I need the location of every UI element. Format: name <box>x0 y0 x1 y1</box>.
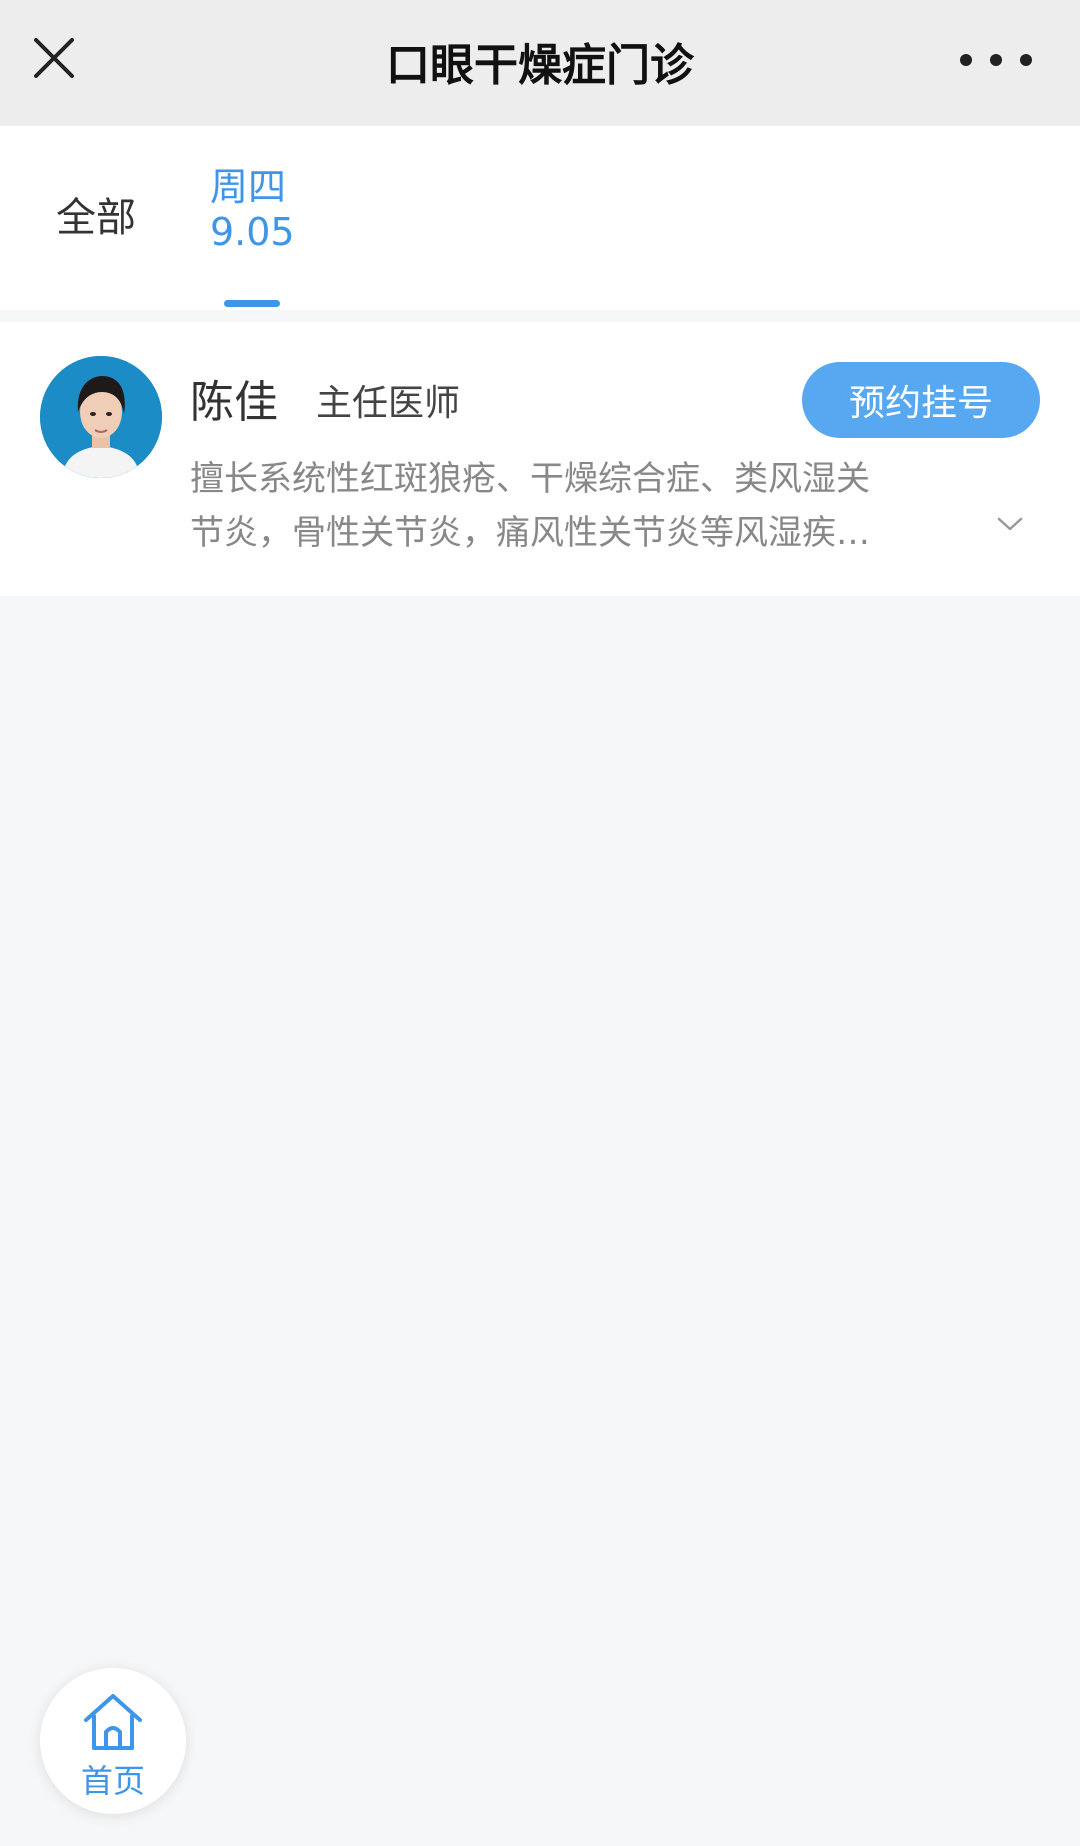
home-label: 首页 <box>80 1762 145 1800</box>
tab-thursday[interactable]: 周四 9.05 <box>196 156 306 307</box>
doctor-title: 主任医师 <box>316 383 461 424</box>
home-button[interactable]: 首页 <box>40 1668 186 1814</box>
navbar: 口眼干燥症门诊 <box>0 0 1080 126</box>
doctor-name: 陈佳 <box>190 377 278 428</box>
more-icon <box>960 54 1032 66</box>
book-appointment-button[interactable]: 预约挂号 <box>802 362 1040 438</box>
tab-date-label: 9.05 <box>210 210 295 254</box>
doctor-photo <box>40 356 162 478</box>
avatar <box>40 356 162 478</box>
doctor-specialty: 擅长系统性红斑狼疮、干燥综合症、类风湿关 节炎，骨性关节炎，痛风性关节炎等风湿疾… <box>190 452 950 560</box>
doctor-card[interactable]: 陈佳 主任医师 预约挂号 擅长系统性红斑狼疮、干燥综合症、类风湿关 节炎，骨性关… <box>0 322 1080 596</box>
tab-all[interactable]: 全部 <box>56 182 156 246</box>
chevron-down-icon <box>997 517 1023 531</box>
page: 口眼干燥症门诊 全部 周四 9.05 陈佳 主任医师 预约挂号 擅长系统性红斑狼… <box>0 0 1080 1846</box>
active-tab-indicator <box>224 300 280 307</box>
more-button[interactable] <box>954 38 1038 82</box>
specialty-line-1: 擅长系统性红斑狼疮、干燥综合症、类风湿关 <box>190 459 870 499</box>
expand-button[interactable] <box>990 504 1030 544</box>
tab-day-label: 周四 <box>210 165 287 209</box>
page-title: 口眼干燥症门诊 <box>386 40 694 91</box>
home-icon <box>84 1694 142 1750</box>
date-tabs: 全部 周四 9.05 <box>0 126 1080 310</box>
specialty-line-2: 节炎，骨性关节炎，痛风性关节炎等风湿疾… <box>190 513 870 553</box>
